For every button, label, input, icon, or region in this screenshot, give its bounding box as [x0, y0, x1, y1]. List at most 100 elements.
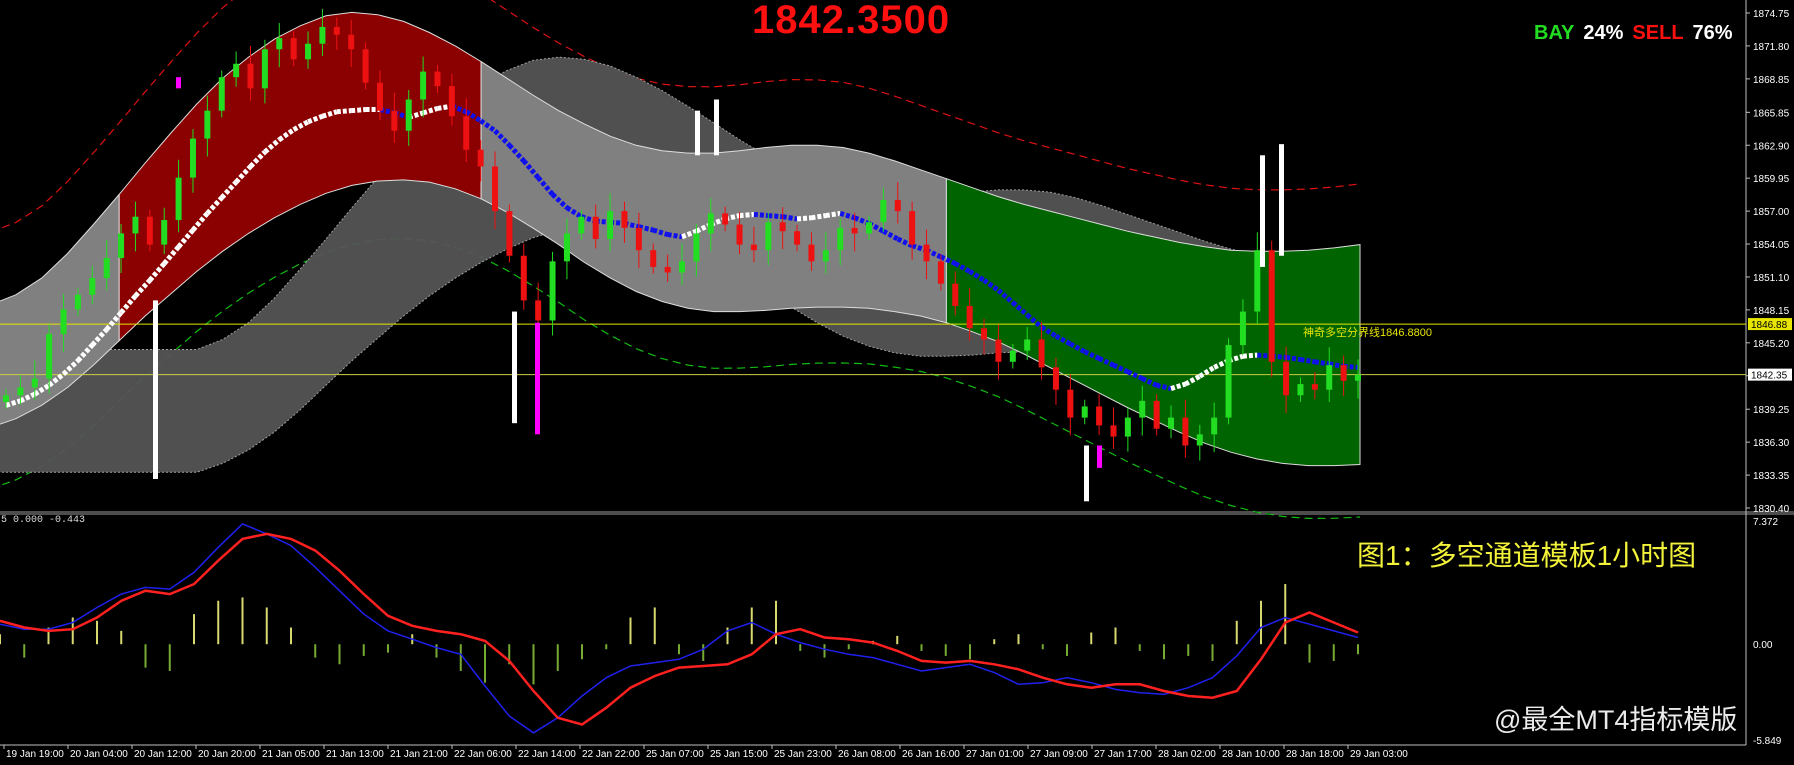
price-tick-label: 1851.10 — [1753, 273, 1790, 284]
candle-body — [707, 213, 714, 234]
candle-body — [621, 211, 628, 228]
price-tick-label: 1833.35 — [1753, 471, 1790, 482]
time-tick-label: 27 Jan 17:00 — [1094, 749, 1152, 760]
price-tick-label: 1836.30 — [1753, 438, 1790, 449]
candle-body — [966, 305, 973, 329]
candle-body — [420, 71, 427, 100]
candle-body — [981, 328, 988, 340]
time-tick-label: 25 Jan 15:00 — [710, 749, 768, 760]
candle-body — [1355, 374, 1361, 381]
candle-body — [1211, 417, 1218, 435]
mid-line-segment — [1242, 352, 1258, 359]
candle-body — [1182, 417, 1189, 446]
candle-body — [175, 177, 182, 221]
candle-body — [31, 378, 38, 388]
mid-line-segment — [796, 215, 812, 222]
candle-body — [89, 278, 96, 295]
candle-body — [549, 261, 556, 321]
time-tick-label: 28 Jan 10:00 — [1222, 749, 1280, 760]
time-tick-label: 26 Jan 08:00 — [838, 749, 896, 760]
indicator-tick-label: 7.372 — [1753, 517, 1778, 528]
candle-body — [1067, 389, 1074, 418]
mid-line-segment — [1285, 354, 1301, 363]
candle-body — [693, 233, 700, 262]
mid-line-segment — [350, 107, 366, 114]
time-tick-label: 22 Jan 14:00 — [518, 749, 576, 760]
candle-body — [276, 38, 283, 50]
signal-spike — [1279, 144, 1284, 256]
candle-body — [74, 294, 81, 310]
divider-label: 神奇多空分界线1846.8800 — [1303, 325, 1432, 339]
candle-body — [1052, 367, 1059, 390]
candle-body — [851, 227, 858, 234]
watermark: @最全MT4指标模版 — [1494, 705, 1738, 735]
candle-body — [1340, 365, 1347, 381]
mid-line-segment — [811, 213, 827, 221]
signal-spike — [714, 99, 719, 156]
candle-body — [837, 227, 844, 251]
signal-spike — [176, 77, 181, 89]
price-tag-label: 1842.35 — [1751, 371, 1788, 382]
mid-line-segment — [768, 213, 783, 220]
candle-body — [103, 257, 110, 279]
chart-caption: 图1：多空通道模板1小时图 — [1357, 540, 1697, 571]
candle-body — [722, 213, 729, 225]
signal-spike — [695, 110, 700, 156]
candle-body — [520, 255, 527, 301]
candle-body — [923, 244, 930, 262]
candle-body — [779, 222, 786, 232]
candle-body — [161, 220, 168, 245]
signal-spike — [153, 300, 158, 479]
time-tick-label: 27 Jan 01:00 — [966, 749, 1024, 760]
current-price-title: 1842.3500 — [752, 0, 951, 42]
price-tick-label: 1830.40 — [1753, 504, 1790, 515]
price-chart[interactable]: 神奇多空分界线1846.8800 1874.75 1871.80 1868.85 186… — [0, 0, 1794, 765]
candle-body — [477, 149, 484, 167]
candle-body — [679, 261, 685, 273]
candle-body — [290, 38, 297, 60]
time-tick-label: 22 Jan 06:00 — [454, 749, 512, 760]
candle-body — [1297, 384, 1304, 396]
time-tick-label: 21 Jan 05:00 — [262, 749, 320, 760]
candle-body — [592, 216, 599, 240]
mid-line-segment — [1156, 382, 1172, 392]
price-tick-label: 1868.85 — [1753, 75, 1790, 86]
time-tick-label: 21 Jan 13:00 — [326, 749, 384, 760]
candle-body — [305, 43, 312, 60]
candle-body — [1139, 400, 1146, 418]
price-tick-label: 1859.95 — [1753, 174, 1790, 185]
candle-body — [765, 222, 772, 251]
candle-body — [909, 211, 916, 245]
candle-body — [865, 222, 872, 234]
price-tick-label: 1845.20 — [1753, 339, 1790, 350]
price-tick-label: 1874.75 — [1753, 9, 1790, 20]
candle-body — [664, 266, 671, 273]
candle-body — [362, 49, 369, 83]
candle-body — [118, 233, 125, 258]
candle-body — [937, 261, 944, 284]
mid-line-segment — [782, 214, 798, 222]
price-tick-label: 1854.05 — [1753, 240, 1790, 251]
time-tick-label: 28 Jan 18:00 — [1286, 749, 1344, 760]
time-tick-label: 22 Jan 22:00 — [582, 749, 640, 760]
candle-body — [60, 309, 67, 334]
candle-body — [952, 283, 959, 306]
candle-body — [1225, 345, 1232, 418]
price-tick-label: 1839.25 — [1753, 405, 1790, 416]
sell-label: SELL — [1632, 22, 1684, 44]
time-tick-label: 26 Jan 16:00 — [902, 749, 960, 760]
mid-line-segment — [753, 211, 769, 219]
candle-body — [261, 49, 268, 89]
candle-body — [405, 99, 412, 131]
signal-spike — [1084, 445, 1089, 502]
price-tag-label: 1846.88 — [1751, 320, 1788, 331]
candle-body — [1168, 417, 1175, 429]
time-tick-label: 25 Jan 07:00 — [646, 749, 704, 760]
candle-body — [492, 166, 499, 212]
candle-body — [3, 395, 9, 402]
candle-body — [247, 63, 254, 89]
candle-body — [132, 216, 139, 234]
candle-body — [1110, 425, 1117, 437]
candle-body — [1283, 361, 1290, 396]
candle-body — [1096, 406, 1103, 426]
